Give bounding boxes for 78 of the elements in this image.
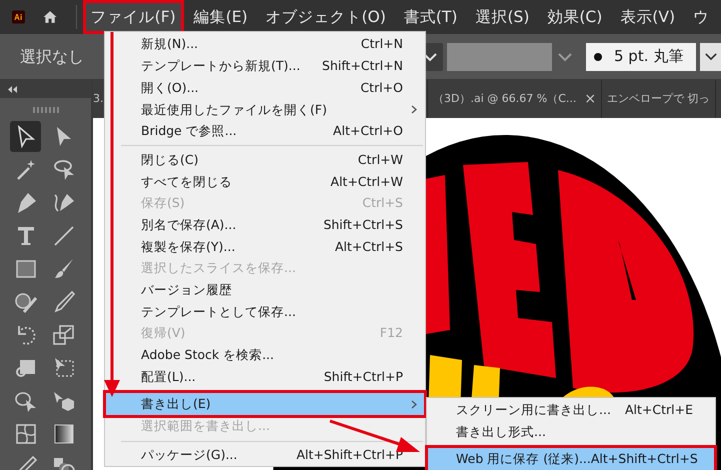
- menu-item[interactable]: テンプレートとして保存...: [105, 301, 425, 323]
- menu-item[interactable]: ウ: [687, 2, 715, 32]
- menu-item[interactable]: 閉じる(C) Ctrl+W: [105, 149, 425, 172]
- shortcut-label: Ctrl+N: [360, 35, 403, 54]
- shortcut-label: Ctrl+S: [362, 194, 403, 212]
- menu-item-label: Bridge で参照...: [141, 122, 238, 140]
- menu-item[interactable]: 効果(C): [541, 2, 608, 32]
- menu-item[interactable]: 書式(T): [398, 2, 464, 32]
- menu-item-label: 新規(N)...: [141, 35, 200, 54]
- scale-icon[interactable]: [52, 322, 76, 346]
- caret-icon: [704, 52, 716, 61]
- shortcut-label: Alt+Ctrl+E: [624, 401, 693, 420]
- menu-item-label: バージョン履歴: [141, 281, 233, 300]
- menu-item[interactable]: バージョン履歴: [105, 280, 425, 302]
- menu-item-label: 別名で保存(A)...: [141, 216, 238, 234]
- shortcut-label: Alt+Ctrl+O: [333, 122, 403, 140]
- menu-item-label: 選択範囲を書き出し...: [141, 417, 271, 436]
- menu-item[interactable]: 書き出し(E): [105, 392, 425, 416]
- menu-item[interactable]: 別名で保存(A)... Shift+Ctrl+S: [105, 214, 425, 236]
- menu-item[interactable]: 書き出し形式...: [427, 422, 715, 444]
- selection-status-text: 選択なし: [20, 46, 84, 68]
- menu-item[interactable]: Web 用に保存 (従来)...Alt+Shift+Ctrl+S: [427, 447, 715, 470]
- menu-item-label: 最近使用したファイルを開く(F): [141, 100, 328, 119]
- menu-item[interactable]: パッケージ(G)... Alt+Shift+Ctrl+P: [105, 444, 425, 466]
- menu-item-label: 保存(S): [141, 194, 186, 212]
- menu-item[interactable]: 新規(N)... Ctrl+N: [105, 34, 425, 56]
- menu-item[interactable]: ファイル(F): [84, 2, 182, 32]
- menu-item-label: 閉じる(C): [141, 150, 200, 169]
- menu-item-label: 書き出し形式...: [456, 423, 547, 442]
- dropdown-icon[interactable]: [558, 52, 572, 62]
- menu-item[interactable]: テンプレートから新規(T)... Shift+Ctrl+N: [105, 56, 425, 78]
- shortcut-label: Alt+Shift+Ctrl+S: [590, 450, 698, 468]
- mesh-icon[interactable]: [14, 422, 38, 446]
- shortcut-label: Shift+Ctrl+N: [322, 57, 403, 76]
- menu-item[interactable]: Bridge で参照... Alt+Ctrl+O: [105, 120, 425, 142]
- menu-item[interactable]: 編集(E): [188, 2, 254, 32]
- grip-icon[interactable]: [32, 107, 58, 113]
- menu-item-label: Adobe Stock を検索...: [141, 346, 276, 364]
- menu-item-label: スクリーン用に書き出し...: [456, 401, 612, 420]
- menu-item-label: 開く(O)...: [141, 78, 200, 97]
- shortcut-label: Shift+Ctrl+P: [324, 368, 403, 386]
- menu-item[interactable]: オブジェクト(O): [260, 2, 392, 32]
- menu-item[interactable]: 複製を保存(Y)... Alt+Ctrl+S: [105, 236, 425, 258]
- shortcut-label: Alt+Ctrl+W: [330, 172, 403, 191]
- brush-field[interactable]: 5 pt. 丸筆: [586, 42, 696, 70]
- menu-item-label: 復帰(V): [141, 324, 186, 342]
- tab-label: （3D）.ai @ 66.67 %（C...: [433, 90, 576, 107]
- menu-item[interactable]: 開く(O)... Ctrl+O: [105, 77, 425, 100]
- menu-item[interactable]: すべてを閉じる Alt+Ctrl+W: [105, 171, 425, 193]
- menu-item[interactable]: スクリーン用に書き出し... Alt+Ctrl+E: [427, 400, 715, 422]
- collapse-icon[interactable]: [8, 86, 17, 92]
- dropdown-button[interactable]: [700, 42, 721, 70]
- line-icon[interactable]: [52, 224, 76, 248]
- menu-item-label: 選択したスライスを保存...: [141, 259, 297, 278]
- menu-item[interactable]: Adobe Stock を検索...: [105, 344, 425, 366]
- shortcut-label: Ctrl+O: [360, 78, 403, 97]
- stroke-field[interactable]: [447, 42, 552, 70]
- menu-item-label: すべてを閉じる: [141, 172, 233, 191]
- menu-item-label: パッケージ(G)...: [141, 446, 238, 464]
- menu-item-label: 配置(L)...: [141, 368, 197, 386]
- shortcut-label: Alt+Shift+Ctrl+P: [296, 446, 403, 464]
- menu-item[interactable]: 配置(L)... Shift+Ctrl+P: [105, 366, 425, 388]
- menu-item[interactable]: 表示(V): [614, 2, 681, 32]
- shortcut-label: Ctrl+W: [358, 150, 403, 169]
- shortcut-label: Shift+Ctrl+S: [323, 216, 403, 234]
- menu-item-label: Web 用に保存 (従来)...: [456, 450, 591, 468]
- menu-item-label: テンプレートから新規(T)...: [141, 57, 302, 76]
- menu-item[interactable]: 選択(S): [469, 2, 536, 32]
- lasso-icon[interactable]: [52, 158, 76, 182]
- close-button[interactable]: ×: [584, 88, 596, 110]
- menu-item[interactable]: 最近使用したファイルを開く(F): [105, 99, 425, 121]
- menu-item-label: 複製を保存(Y)...: [141, 238, 236, 256]
- gradient-icon[interactable]: [52, 422, 76, 446]
- shortcut-label: Alt+Ctrl+S: [334, 238, 403, 256]
- shortcut-label: F12: [380, 324, 403, 342]
- menu-item-label: テンプレートとして保存...: [141, 302, 297, 321]
- menu-item-label: 書き出し(E): [141, 394, 212, 413]
- brush-dot-icon: [594, 52, 602, 60]
